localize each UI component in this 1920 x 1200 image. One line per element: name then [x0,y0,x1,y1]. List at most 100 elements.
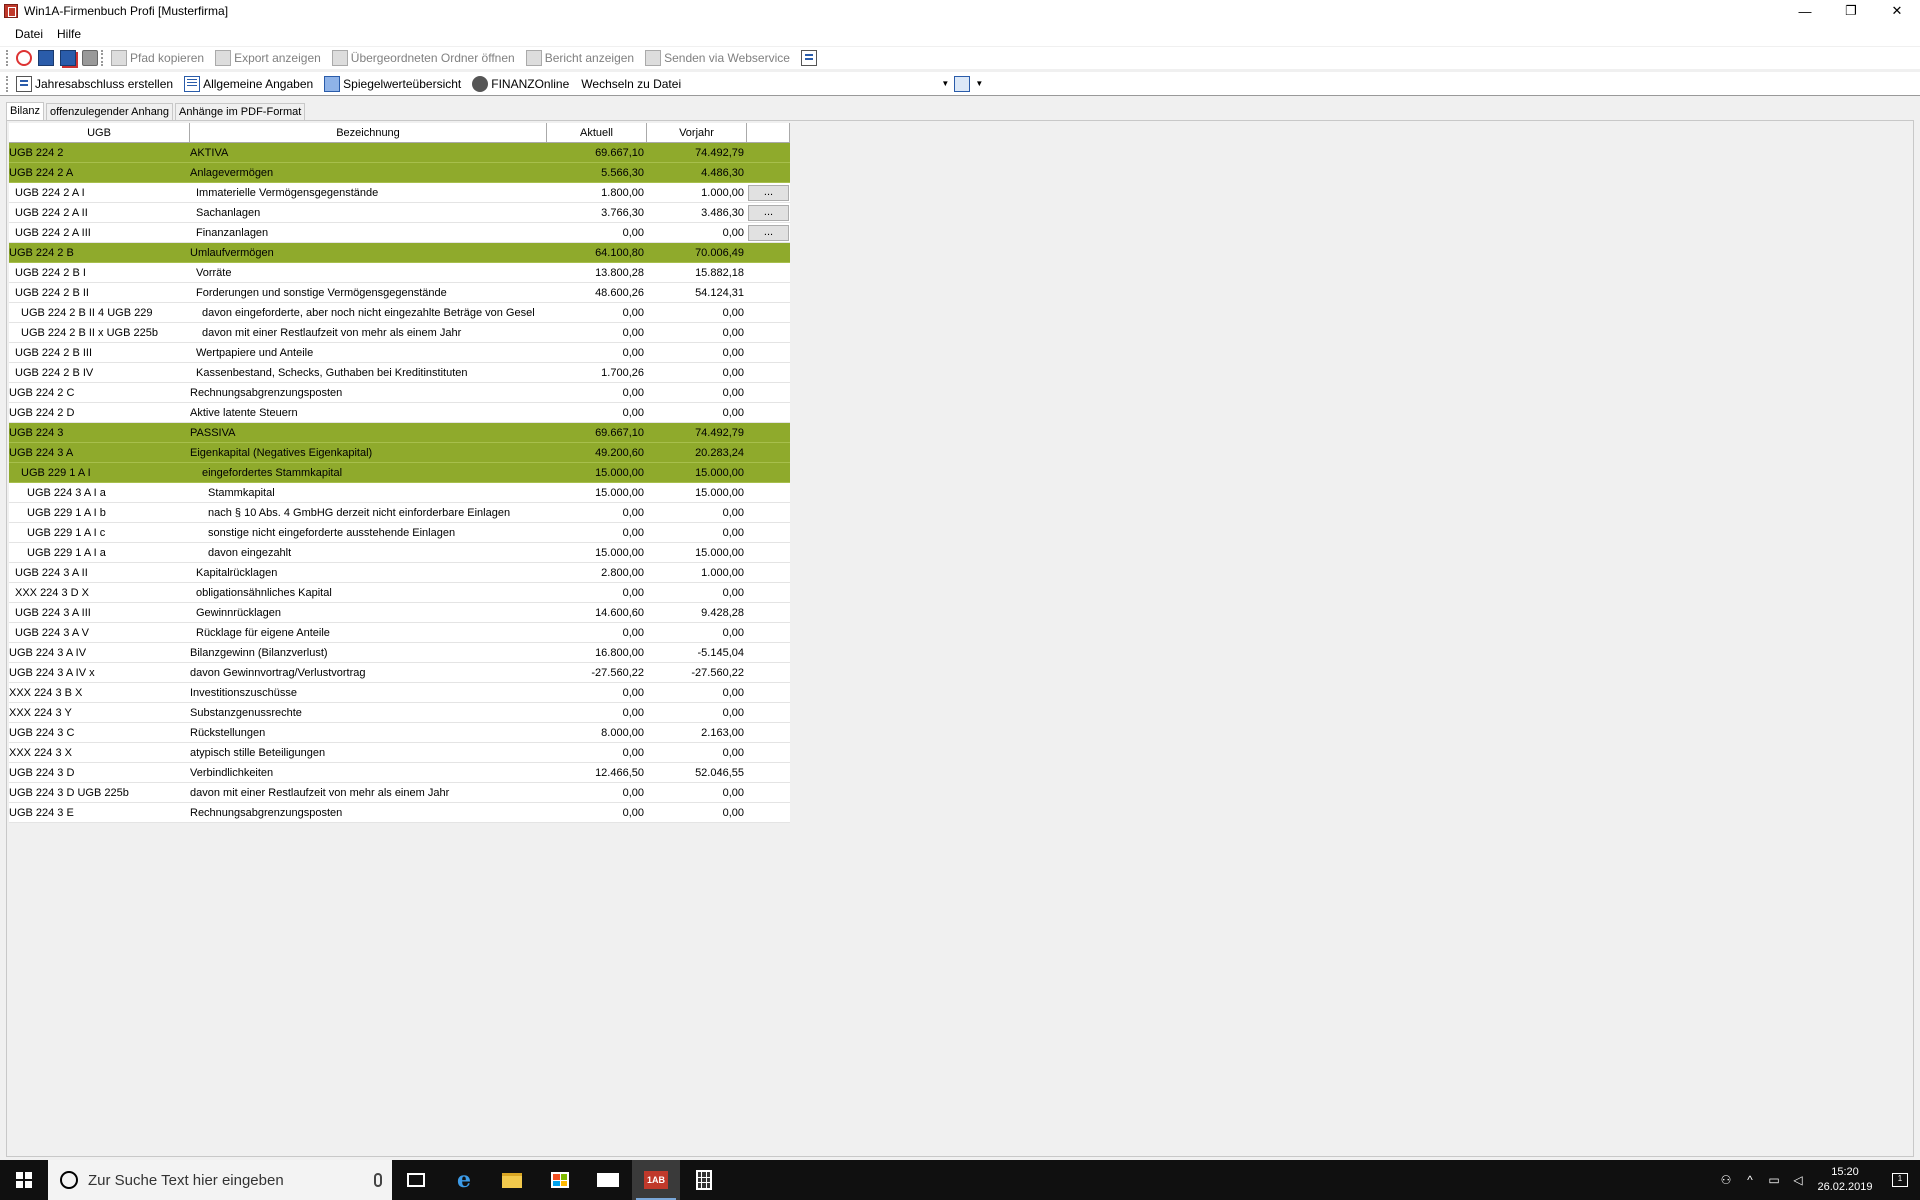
cell-ugb[interactable]: UGB 229 1 A I a [9,543,190,562]
mirror-values-button[interactable]: Spiegelwerteübersicht [321,75,461,92]
cell-bezeichnung[interactable]: Kassenbestand, Schecks, Guthaben bei Kre… [190,363,547,382]
column-header-ugb[interactable]: UGB [9,123,190,142]
cell-ugb[interactable]: UGB 224 3 A IV [9,643,190,662]
table-row[interactable]: UGB 229 1 A I b nach § 10 Abs. 4 GmbHG de… [9,503,790,523]
cell-aktuell[interactable]: -27.560,22 [547,663,647,682]
table-row[interactable]: UGB 224 2 B III Wertpapiere und Anteile 0,… [9,343,790,363]
cell-aktuell[interactable]: 14.600,60 [547,603,647,622]
cell-bezeichnung[interactable]: Gewinnrücklagen [190,603,547,622]
cell-ugb[interactable]: UGB 224 3 D UGB 225b [9,783,190,802]
cell-aktuell[interactable]: 0,00 [547,803,647,822]
table-row[interactable]: UGB 224 2 B II 4 UGB 229 davon eingeforde… [9,303,790,323]
cell-ugb[interactable]: UGB 224 2 [9,143,190,162]
cell-vorjahr[interactable]: 54.124,31 [647,283,747,302]
balance-sheet-grid[interactable]: UGB Bezeichnung Aktuell Vorjahr UGB 224 … [9,123,790,823]
cell-aktuell[interactable]: 15.000,00 [547,543,647,562]
cell-bezeichnung[interactable]: Rechnungsabgrenzungsposten [190,803,547,822]
table-row[interactable]: UGB 224 2 D Aktive latente Steuern 0,00 0,0… [9,403,790,423]
win1a-taskbar-button[interactable]: 1AB [632,1160,680,1200]
cell-ugb[interactable]: UGB 224 2 B II 4 UGB 229 [9,303,190,322]
cell-vorjahr[interactable]: 15.000,00 [647,483,747,502]
cell-vorjahr[interactable]: 0,00 [647,703,747,722]
table-row[interactable]: UGB 224 2 B Umlaufvermögen 64.100,80 70.006… [9,243,790,263]
cell-aktuell[interactable]: 2.800,00 [547,563,647,582]
table-row[interactable]: UGB 229 1 A Ieingefordertes Stammkapital… [9,463,790,483]
cell-bezeichnung[interactable]: Forderungen und sonstige Vermögensgegens… [190,283,547,302]
table-row[interactable]: UGB 224 3 E Rechnungsabgrenzungsposten 0,0… [9,803,790,823]
cell-ugb[interactable]: UGB 224 2 B I [9,263,190,282]
table-row[interactable]: UGB 224 3 A III Gewinnrücklagen 14.600,60 9… [9,603,790,623]
cell-ugb[interactable]: UGB 224 3 D [9,763,190,782]
cell-bezeichnung[interactable]: davon eingezahlt [190,543,547,562]
table-row[interactable]: XXX 224 3 Y Substanzgenussrechte 0,00 0,00 [9,703,790,723]
table-row[interactable]: UGB 224 3 A Eigenkapital (Negatives Eigen… [9,443,790,463]
cell-ugb[interactable]: UGB 224 2 B IV [9,363,190,382]
cell-vorjahr[interactable]: 0,00 [647,223,747,242]
cell-vorjahr[interactable]: 0,00 [647,583,747,602]
cell-aktuell[interactable]: 1.800,00 [547,183,647,202]
cell-aktuell[interactable]: 12.466,50 [547,763,647,782]
cell-aktuell[interactable]: 15.000,00 [547,463,647,482]
cell-ugb[interactable]: UGB 224 3 E [9,803,190,822]
cell-vorjahr[interactable]: 0,00 [647,803,747,822]
cell-aktuell[interactable]: 3.766,30 [547,203,647,222]
cell-ugb[interactable]: UGB 229 1 A I c [9,523,190,542]
cell-bezeichnung[interactable]: Sachanlagen [190,203,547,222]
cell-ugb[interactable]: UGB 224 3 A II [9,563,190,582]
microphone-icon[interactable] [374,1173,382,1187]
table-row[interactable]: UGB 229 1 A I a davon eingezahlt 15.000,00… [9,543,790,563]
cell-vorjahr[interactable]: -5.145,04 [647,643,747,662]
cell-ugb[interactable]: UGB 224 2 D [9,403,190,422]
cell-aktuell[interactable]: 0,00 [547,623,647,642]
table-row[interactable]: UGB 224 2 B II Forderungen und sonstige V… [9,283,790,303]
cell-aktuell[interactable]: 5.566,30 [547,163,647,182]
cell-aktuell[interactable]: 8.000,00 [547,723,647,742]
cell-aktuell[interactable]: 48.600,26 [547,283,647,302]
table-row[interactable]: UGB 224 2 A II Sachanlagen 3.766,30 3.486,3… [9,203,790,223]
cell-ugb[interactable]: XXX 224 3 X [9,743,190,762]
cell-aktuell[interactable]: 0,00 [547,403,647,422]
tab-anhaenge-pdf[interactable]: Anhänge im PDF-Format [175,103,306,120]
cell-aktuell[interactable]: 0,00 [547,303,647,322]
chevron-down-icon[interactable]: ▼ [973,79,985,88]
cell-bezeichnung[interactable]: Wertpapiere und Anteile [190,343,547,362]
cell-aktuell[interactable]: 0,00 [547,223,647,242]
cell-aktuell[interactable]: 0,00 [547,703,647,722]
cell-ugb[interactable]: UGB 224 2 B III [9,343,190,362]
print-icon[interactable] [82,50,98,66]
cell-vorjahr[interactable]: 0,00 [647,383,747,402]
cell-bezeichnung[interactable]: Rückstellungen [190,723,547,742]
cell-aktuell[interactable]: 64.100,80 [547,243,647,262]
cell-bezeichnung[interactable]: AKTIVA [190,143,547,162]
cell-vorjahr[interactable]: 0,00 [647,503,747,522]
cell-bezeichnung[interactable]: atypisch stille Beteiligungen [190,743,547,762]
tab-offenzulegender-anhang[interactable]: offenzulegender Anhang [45,103,174,120]
cell-vorjahr[interactable]: 20.283,24 [647,443,747,462]
cell-ugb[interactable]: UGB 229 1 A I b [9,503,190,522]
cell-aktuell[interactable]: 0,00 [547,743,647,762]
table-row[interactable]: UGB 224 3 A IV Bilanzgewinn (Bilanzverlus… [9,643,790,663]
cell-bezeichnung[interactable]: Anlagevermögen [190,163,547,182]
cell-vorjahr[interactable]: 52.046,55 [647,763,747,782]
cell-aktuell[interactable]: 0,00 [547,503,647,522]
cell-bezeichnung[interactable]: Vorräte [190,263,547,282]
cell-aktuell[interactable]: 0,00 [547,323,647,342]
cell-vorjahr[interactable]: 0,00 [647,343,747,362]
cell-bezeichnung[interactable]: Rechnungsabgrenzungsposten [190,383,547,402]
cell-vorjahr[interactable]: 70.006,49 [647,243,747,262]
cell-bezeichnung[interactable]: davon eingeforderte, aber noch nicht ein… [190,303,547,322]
cell-vorjahr[interactable]: 0,00 [647,523,747,542]
cell-aktuell[interactable]: 16.800,00 [547,643,647,662]
table-row[interactable]: UGB 229 1 A I c sonstige nicht eingeforde… [9,523,790,543]
cell-ugb[interactable]: UGB 224 3 A [9,443,190,462]
cell-aktuell[interactable]: 0,00 [547,783,647,802]
cell-bezeichnung[interactable]: davon mit einer Restlaufzeit von mehr al… [190,783,547,802]
details-button[interactable]: ... [748,225,789,241]
cell-bezeichnung[interactable]: PASSIVA [190,423,547,442]
cell-bezeichnung[interactable]: Eigenkapital (Negatives Eigenkapital) [190,443,547,462]
table-row[interactable]: UGB 224 2 A I Immaterielle Vermögensgegen… [9,183,790,203]
cell-bezeichnung[interactable]: Stammkapital [190,483,547,502]
maximize-button[interactable]: ❐ [1828,0,1874,22]
cell-vorjahr[interactable]: 4.486,30 [647,163,747,182]
open-parent-folder-button[interactable]: Übergeordneten Ordner öffnen [329,50,515,66]
